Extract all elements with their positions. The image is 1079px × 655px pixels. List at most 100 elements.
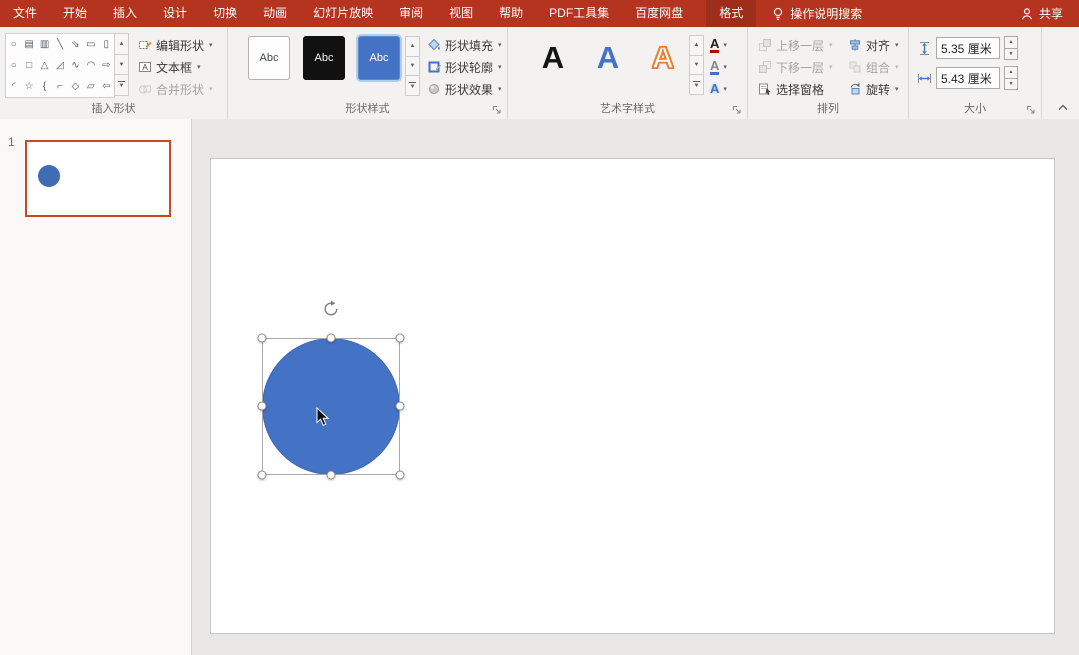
resize-handle-e[interactable] [396,402,405,411]
gallery-up-button[interactable]: ▲ [689,35,704,56]
oval-shape[interactable] [262,338,400,475]
shape-gallery-item[interactable]: ○ [6,34,21,55]
text-outline-icon: A [710,60,719,75]
selection-pane-label: 选择窗格 [776,81,824,98]
shape-gallery-item[interactable]: ○ [6,55,21,76]
shape-gallery-item[interactable]: ◠ [83,55,98,76]
gallery-more-button[interactable]: ▼ [689,74,704,95]
tab-animations[interactable]: 动画 [250,0,300,27]
shape-gallery-item[interactable]: ⇦ [99,76,114,97]
edit-shape-button[interactable]: 编辑形状 ▾ [136,35,215,55]
shape-style-white[interactable]: Abc [248,36,290,80]
shape-gallery-item[interactable]: ◇ [68,76,83,97]
shape-effects-button[interactable]: 形状效果 ▾ [425,79,504,99]
tab-home[interactable]: 开始 [50,0,100,27]
down-arrow-icon: ▼ [119,62,125,68]
shape-gallery-item[interactable]: ☆ [21,76,36,97]
shape-gallery-item[interactable]: ▱ [83,76,98,97]
text-fill-button[interactable]: A ▾ [708,35,729,55]
group-label-arrange: 排列 [748,100,908,116]
shape-gallery-item[interactable]: ◜ [6,76,21,97]
tell-me-box[interactable]: 操作说明搜索 [772,0,862,27]
gallery-down-button[interactable]: ▼ [689,55,704,76]
collapse-ribbon-icon[interactable] [1057,100,1069,114]
resize-handle-n[interactable] [327,334,336,343]
text-effects-button[interactable]: A ▾ [708,79,729,99]
text-outline-button[interactable]: A ▾ [708,57,729,77]
gallery-down-button[interactable]: ▼ [405,56,420,77]
tab-baidu-netdisk[interactable]: 百度网盘 [622,0,696,27]
text-effects-icon: A [710,83,719,95]
wordart-sample-label: A [542,42,564,73]
selection-pane-icon [758,82,772,96]
text-box-label: 文本框 [156,59,192,76]
tab-file[interactable]: 文件 [0,0,50,27]
tab-review[interactable]: 审阅 [386,0,436,27]
shape-gallery-item[interactable]: ⌐ [52,76,67,97]
text-box-button[interactable]: A 文本框 ▾ [136,57,215,77]
shape-height-input[interactable] [936,37,1000,59]
more-bar-icon [409,82,416,83]
shape-gallery-item[interactable]: ⇘ [68,34,83,55]
gallery-down-button[interactable]: ▼ [114,54,129,76]
shape-gallery-item[interactable]: { [37,76,52,97]
shape-gallery-item[interactable]: ╲ [52,34,67,55]
share-button[interactable]: 共享 [1020,0,1079,27]
share-label: 共享 [1039,5,1063,22]
tab-insert[interactable]: 插入 [100,0,150,27]
down-arrow-icon: ▼ [119,83,125,89]
tab-help[interactable]: 帮助 [486,0,536,27]
shape-style-black[interactable]: Abc [303,36,345,80]
wordart-style-blue[interactable]: A [585,34,631,80]
tab-view[interactable]: 视图 [436,0,486,27]
wordart-style-orange-outline[interactable]: A [640,34,686,80]
gallery-up-button[interactable]: ▲ [114,33,129,55]
lightbulb-icon [772,7,784,21]
tab-transitions[interactable]: 切换 [200,0,250,27]
resize-handle-nw[interactable] [258,334,267,343]
resize-handle-sw[interactable] [258,471,267,480]
gallery-up-button[interactable]: ▲ [405,36,420,57]
spin-down-icon[interactable]: ▼ [1004,48,1018,61]
group-label-shape-styles: 形状样式 [228,100,507,116]
tab-design[interactable]: 设计 [150,0,200,27]
resize-handle-se[interactable] [396,471,405,480]
shape-gallery-item[interactable]: ◿ [52,55,67,76]
align-button[interactable]: 对齐 ▾ [846,35,901,55]
insert-shapes-buttons: 编辑形状 ▾ A 文本框 ▾ 合并形状 ▾ [136,27,215,99]
rotate-button[interactable]: 旋转 ▾ [846,79,901,99]
shape-gallery-item[interactable]: ▤ [21,34,36,55]
style-sample-label: Abc [370,52,389,64]
slide-thumbnail-1[interactable] [25,140,171,217]
group-button: 组合 ▾ [846,57,901,77]
shape-outline-button[interactable]: 形状轮廓 ▾ [425,57,504,77]
wordart-style-black[interactable]: A [530,34,576,80]
shape-width-input[interactable] [936,67,1000,89]
tab-pdf-tools[interactable]: PDF工具集 [536,0,622,27]
spin-down-icon[interactable]: ▼ [1004,78,1018,91]
tab-slideshow[interactable]: 幻灯片放映 [300,0,386,27]
height-stepper: ▲ ▼ [1004,36,1018,60]
gallery-more-button[interactable]: ▼ [405,75,420,96]
shape-gallery-item[interactable]: ▥ [37,34,52,55]
resize-handle-w[interactable] [258,402,267,411]
shape-style-blue-selected[interactable]: Abc [358,36,400,80]
rotate-handle-icon[interactable] [322,300,340,318]
svg-text:A: A [142,63,148,72]
shape-gallery-item[interactable]: ∿ [68,55,83,76]
tab-format[interactable]: 格式 [706,0,756,27]
resize-handle-s[interactable] [327,471,336,480]
shape-gallery-item[interactable]: □ [21,55,36,76]
group-label-insert-shapes: 插入形状 [0,100,227,116]
shape-gallery-item[interactable]: ▭ [83,34,98,55]
resize-handle-ne[interactable] [396,334,405,343]
selection-pane-button[interactable]: 选择窗格 [756,79,835,99]
shape-gallery-item[interactable]: △ [37,55,52,76]
bring-forward-label: 上移一层 [776,37,824,54]
gallery-more-button[interactable]: ▼ [114,74,129,96]
shape-gallery-item[interactable]: ⇨ [99,55,114,76]
dropdown-icon: ▾ [209,42,213,49]
wordart-buttons: A ▾ A ▾ A ▾ [708,27,729,99]
shape-gallery-item[interactable]: ▯ [99,34,114,55]
shape-fill-button[interactable]: 形状填充 ▾ [425,35,504,55]
